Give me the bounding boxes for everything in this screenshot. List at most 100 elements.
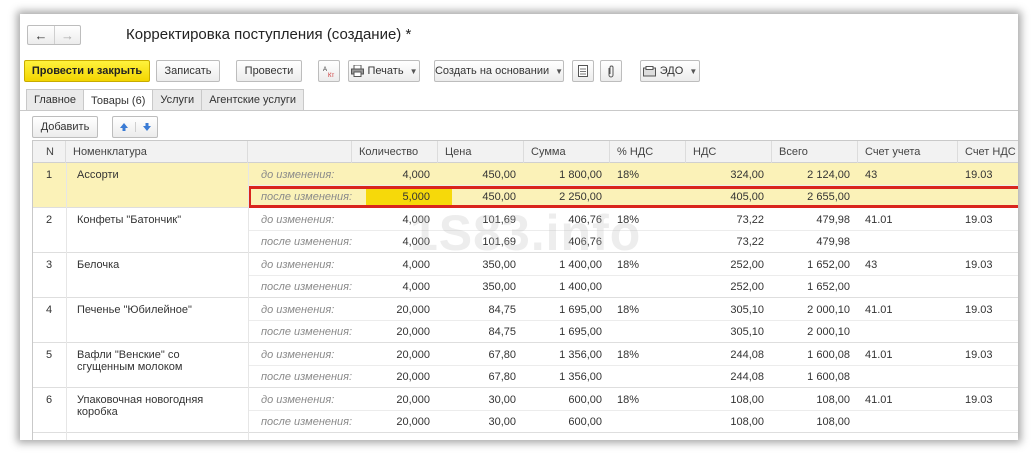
forward-arrow-icon[interactable]: → (54, 26, 80, 44)
row-name: Упаковочная новогодняя (77, 394, 204, 406)
spellcheck-icon[interactable]: А Кт (318, 60, 340, 82)
after-total: 108,00 (816, 416, 850, 428)
after-price: 450,00 (482, 191, 516, 203)
tab-bar: Главное Товары (6) Услуги Агентские услу… (26, 89, 304, 111)
after-total: 1 652,00 (807, 281, 850, 293)
before-vat: 324,00 (730, 169, 764, 181)
before-label: до изменения: (261, 214, 335, 226)
before-acc: 41.01 (865, 304, 893, 316)
table-row[interactable]: 1 Ассорти до изменения: после изменения: 4,0… (33, 163, 1018, 208)
before-acc: 43 (865, 169, 878, 181)
after-total: 479,98 (816, 236, 850, 248)
create-based-label: Создать на основании (434, 65, 550, 77)
create-based-on-button[interactable]: Создать на основании ▼ (434, 60, 564, 82)
row-subdivider (248, 275, 1018, 276)
tab-goods[interactable]: Товары (6) (83, 89, 154, 111)
table-row[interactable]: 4 Печенье "Юбилейное" до изменения: после и… (33, 298, 1018, 343)
before-vat: 244,08 (730, 349, 764, 361)
before-vat-rate: 18% (617, 214, 640, 226)
tab-agent-services[interactable]: Агентские услуги (201, 89, 304, 110)
before-total: 2 000,10 (807, 304, 850, 316)
save-button[interactable]: Записать (156, 60, 220, 82)
table-row[interactable]: 3 Белочка до изменения: после изменения: 4,0… (33, 253, 1018, 298)
before-vat: 252,00 (730, 259, 764, 271)
before-total: 479,98 (816, 214, 850, 226)
before-price: 101,69 (482, 214, 516, 226)
before-total: 108,00 (816, 394, 850, 406)
column-header-vat-account[interactable]: Счет НДС (958, 141, 1018, 163)
row-subdivider (248, 320, 1018, 321)
row-number: 5 (46, 349, 53, 361)
after-vat: 252,00 (730, 281, 764, 293)
after-total: 1 600,08 (807, 371, 850, 383)
back-arrow-icon[interactable]: ← (28, 26, 54, 44)
column-header-n[interactable]: N (33, 141, 66, 163)
after-label: после изменения: (261, 191, 353, 203)
after-label: после изменения: (261, 416, 353, 428)
table-row[interactable]: 6 Упаковочная новогодняя коробка до изменен… (33, 388, 1018, 433)
before-acc-vat: 19.03 (965, 214, 993, 226)
before-acc-vat: 19.03 (965, 304, 993, 316)
before-price: 450,00 (482, 169, 516, 181)
column-header-sum[interactable]: Сумма (524, 141, 610, 163)
print-button[interactable]: Печать ▼ (348, 60, 420, 82)
before-label: до изменения: (261, 304, 335, 316)
before-vat-rate: 18% (617, 394, 640, 406)
move-up-icon[interactable] (113, 122, 135, 132)
after-vat: 73,22 (736, 236, 764, 248)
post-button[interactable]: Провести (236, 60, 302, 82)
after-price: 350,00 (482, 281, 516, 293)
column-header-total[interactable]: Всего (772, 141, 858, 163)
after-qty: 20,000 (396, 416, 430, 428)
before-acc-vat: 19.03 (965, 349, 993, 361)
before-acc: 43 (865, 259, 878, 271)
after-qty: 20,000 (396, 326, 430, 338)
before-price: 30,00 (488, 394, 516, 406)
goods-table: N Номенклатура Количество Цена Сумма % Н… (32, 140, 1018, 440)
table-row[interactable]: 2 Конфеты "Батончик" до изменения: после из… (33, 208, 1018, 253)
after-vat: 305,10 (730, 326, 764, 338)
tab-services[interactable]: Услуги (152, 89, 203, 110)
post-and-close-button[interactable]: Провести и закрыть (24, 60, 150, 82)
after-vat: 108,00 (730, 416, 764, 428)
column-header-nomenclature[interactable]: Номенклатура (66, 141, 248, 163)
before-vat: 108,00 (730, 394, 764, 406)
column-header-vat[interactable]: НДС (686, 141, 772, 163)
add-row-button[interactable]: Добавить (32, 116, 98, 138)
after-qty: 5,000 (402, 191, 430, 203)
row-number: 6 (46, 394, 53, 406)
table-header: N Номенклатура Количество Цена Сумма % Н… (33, 141, 1018, 163)
before-vat: 73,22 (736, 214, 764, 226)
row-name: Печенье "Юбилейное" (77, 304, 192, 316)
column-header-vat-rate[interactable]: % НДС (610, 141, 686, 163)
move-down-icon[interactable] (135, 122, 157, 132)
column-header-account[interactable]: Счет учета (858, 141, 958, 163)
attachment-icon[interactable] (600, 60, 622, 82)
edo-button[interactable]: ЭДО ▼ (640, 60, 700, 82)
tab-divider (20, 110, 1018, 111)
edo-label: ЭДО (659, 65, 684, 77)
row-number: 1 (46, 169, 53, 181)
before-qty: 20,000 (396, 349, 430, 361)
after-qty: 20,000 (396, 371, 430, 383)
column-header-label (248, 141, 352, 163)
document-icon[interactable] (572, 60, 594, 82)
before-total: 2 124,00 (807, 169, 850, 181)
tab-main[interactable]: Главное (26, 89, 85, 110)
after-sum: 406,76 (568, 236, 602, 248)
after-price: 30,00 (488, 416, 516, 428)
column-header-quantity[interactable]: Количество (352, 141, 438, 163)
before-label: до изменения: (261, 349, 335, 361)
after-sum: 600,00 (568, 416, 602, 428)
after-price: 101,69 (482, 236, 516, 248)
before-vat-rate: 18% (617, 169, 640, 181)
chevron-down-icon: ▼ (409, 66, 418, 76)
move-buttons (112, 116, 158, 138)
before-vat-rate: 18% (617, 304, 640, 316)
after-label: после изменения: (261, 371, 353, 383)
column-header-price[interactable]: Цена (438, 141, 524, 163)
chevron-down-icon: ▼ (689, 66, 698, 76)
chevron-down-icon: ▼ (555, 66, 564, 76)
table-row[interactable]: 5 Вафли "Венские" со сгущенным молоком до и… (33, 343, 1018, 388)
after-total: 2 655,00 (807, 191, 850, 203)
